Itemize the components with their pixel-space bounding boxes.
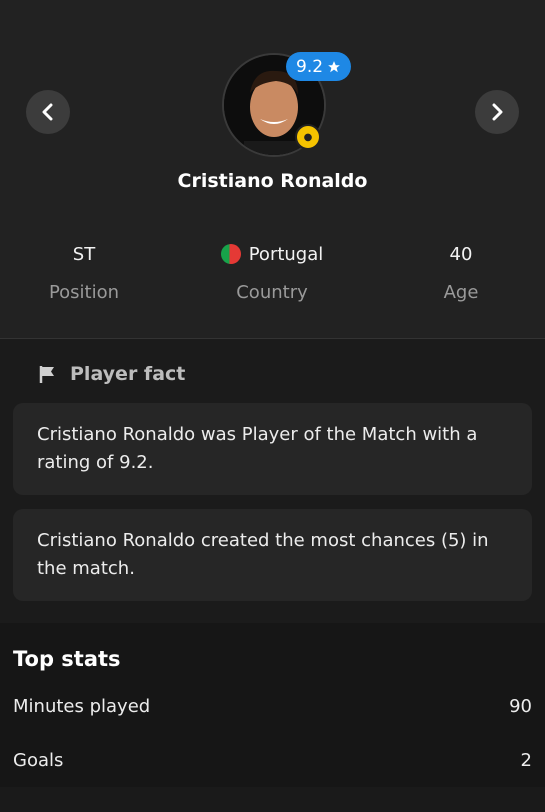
stat-label: Goals [13, 749, 64, 771]
star-icon [328, 60, 340, 72]
stat-row-goals: Goals 2 [13, 733, 532, 787]
position-label: Position [48, 282, 120, 303]
player-name: Cristiano Ronaldo [177, 170, 368, 192]
top-stats-section: Top stats Minutes played 90 Goals 2 [0, 623, 545, 787]
top-stats-title: Top stats [13, 647, 121, 671]
country-value: Portugal [248, 243, 324, 265]
stat-value: 90 [509, 695, 532, 717]
stat-label: Minutes played [13, 695, 151, 717]
age-label: Age [443, 282, 479, 303]
fact-card: Cristiano Ronaldo created the most chanc… [13, 509, 532, 601]
country-value-row: Portugal [182, 240, 362, 268]
chevron-right-icon [492, 103, 503, 121]
player-header: ● 9.2 Cristiano Ronaldo ST Position Port… [0, 0, 545, 339]
flag-icon [39, 366, 54, 383]
next-player-button[interactable] [475, 90, 519, 134]
age-value: 40 [449, 243, 473, 265]
player-facts-section: Player fact Cristiano Ronaldo was Player… [0, 339, 545, 623]
player-fact-heading: Player fact [13, 359, 532, 389]
position-value: ST [72, 243, 96, 265]
rating-badge: 9.2 [286, 52, 352, 81]
portugal-flag-icon [220, 244, 241, 264]
position-info: ST Position [0, 240, 174, 304]
previous-player-button[interactable] [26, 90, 70, 134]
stat-value: 2 [520, 749, 532, 771]
player-fact-title: Player fact [70, 363, 186, 385]
fact-card: Cristiano Ronaldo was Player of the Matc… [13, 403, 532, 495]
chevron-left-icon [42, 103, 53, 121]
country-label: Country [236, 282, 308, 303]
country-info: Portugal Country [182, 240, 362, 303]
club-badge-icon: ● [295, 124, 321, 150]
age-info: 40 Age [371, 240, 545, 304]
stat-row-minutes: Minutes played 90 [13, 679, 532, 733]
rating-value: 9.2 [296, 56, 324, 77]
